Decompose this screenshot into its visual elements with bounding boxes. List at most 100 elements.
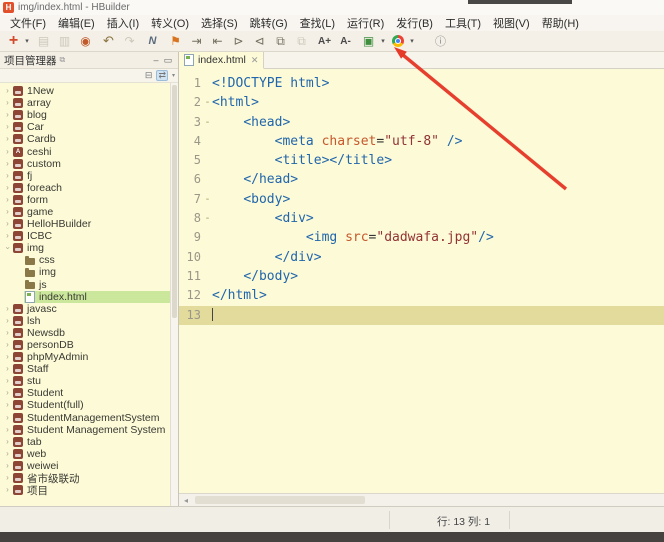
tree-item-content[interactable]: Student Management System: [12, 424, 170, 436]
tree-item[interactable]: ›Student: [0, 387, 178, 399]
chevron-right-icon[interactable]: ›: [3, 426, 12, 434]
tree-item-content[interactable]: HelloHBuilder: [12, 218, 170, 230]
chevron-right-icon[interactable]: ›: [3, 341, 12, 349]
tree-item-selected[interactable]: index.html: [24, 291, 170, 303]
tree-item[interactable]: ›game: [0, 206, 178, 218]
tree-item[interactable]: ›foreach: [0, 182, 178, 194]
tree-item[interactable]: ›Student Management System: [0, 424, 178, 436]
sync-view-button[interactable]: ⧉: [291, 32, 312, 50]
tree-item[interactable]: img: [0, 266, 178, 278]
fold-marker[interactable]: -: [203, 190, 212, 209]
chevron-right-icon[interactable]: ›: [3, 329, 12, 337]
code-line[interactable]: 4 <meta charset="utf-8" />: [179, 132, 664, 151]
menu-item-6[interactable]: 查找(L): [294, 15, 341, 31]
revert-button[interactable]: ◉: [75, 32, 96, 50]
menu-item-7[interactable]: 运行(R): [341, 15, 390, 31]
font-increase-button[interactable]: A+: [314, 32, 335, 50]
tree-item-content[interactable]: 1New: [12, 85, 170, 97]
chevron-right-icon[interactable]: ›: [3, 208, 12, 216]
tree-item[interactable]: ›personDB: [0, 339, 178, 351]
tree-item[interactable]: ›blog: [0, 109, 178, 121]
tree-item-content[interactable]: Student(full): [12, 399, 170, 411]
fold-marker[interactable]: -: [203, 93, 212, 112]
chevron-right-icon[interactable]: ›: [3, 450, 12, 458]
tree-item[interactable]: ›Staff: [0, 363, 178, 375]
tree-item-content[interactable]: javasc: [12, 303, 170, 315]
collapse-all-icon[interactable]: ⊟: [145, 71, 153, 80]
tree-item[interactable]: ›HelloHBuilder: [0, 218, 178, 230]
code-line[interactable]: 8- <div>: [179, 209, 664, 228]
link-with-editor-icon[interactable]: ⇄: [156, 70, 168, 81]
tree-item[interactable]: ›web: [0, 448, 178, 460]
view-in-browser-button[interactable]: ▣: [358, 32, 379, 50]
menu-item-11[interactable]: 帮助(H): [536, 15, 585, 31]
code-line[interactable]: 9 <img src="dadwafa.jpg"/>: [179, 228, 664, 247]
tree-item[interactable]: ›tab: [0, 436, 178, 448]
view-in-browser-dropdown[interactable]: ▾: [379, 32, 387, 50]
menu-item-3[interactable]: 转义(O): [145, 15, 195, 31]
tree-item[interactable]: ›fj: [0, 170, 178, 182]
chevron-right-icon[interactable]: ›: [3, 111, 12, 119]
tree-item[interactable]: ›phpMyAdmin: [0, 351, 178, 363]
hscrollbar-thumb[interactable]: [195, 496, 365, 504]
chevron-right-icon[interactable]: ›: [3, 365, 12, 373]
chevron-down-icon[interactable]: ›: [4, 244, 12, 253]
bookmark-button[interactable]: ⚑: [165, 32, 186, 50]
code-line[interactable]: 1<!DOCTYPE html>: [179, 74, 664, 93]
outdent-button[interactable]: ⇤: [207, 32, 228, 50]
menu-item-10[interactable]: 视图(V): [487, 15, 536, 31]
code-line[interactable]: 13: [179, 306, 664, 325]
about-button[interactable]: ⓘ: [430, 32, 451, 50]
chevron-right-icon[interactable]: ›: [3, 220, 12, 228]
tree-item-content[interactable]: Newsdb: [12, 327, 170, 339]
code-line[interactable]: 5 <title></title>: [179, 151, 664, 170]
save-button[interactable]: ▤: [33, 32, 54, 50]
tree-item[interactable]: ›StudentManagementSystem: [0, 412, 178, 424]
run-to-line-button[interactable]: ⊳: [228, 32, 249, 50]
code-line[interactable]: 2-<html>: [179, 93, 664, 112]
tree-item-content[interactable]: web: [12, 448, 170, 460]
horizontal-scrollbar[interactable]: ◂: [179, 493, 664, 506]
tree-item-content[interactable]: StudentManagementSystem: [12, 412, 170, 424]
tree-item[interactable]: ›javasc: [0, 303, 178, 315]
chevron-right-icon[interactable]: ›: [3, 414, 12, 422]
code-line[interactable]: 10 </div>: [179, 248, 664, 267]
tree-item-content[interactable]: lsh: [12, 315, 170, 327]
tree-item[interactable]: ›Car: [0, 121, 178, 133]
minimize-icon[interactable]: –: [150, 55, 162, 65]
menu-item-1[interactable]: 编辑(E): [52, 15, 101, 31]
chevron-right-icon[interactable]: ›: [3, 305, 12, 313]
tree-item-content[interactable]: ICBC: [12, 230, 170, 242]
tree-item-content[interactable]: 项目: [12, 484, 170, 496]
tree-item-content[interactable]: Student: [12, 387, 170, 399]
tree-item-content[interactable]: tab: [12, 436, 170, 448]
tree-item-content[interactable]: img: [24, 266, 170, 278]
tree-item-content[interactable]: Car: [12, 121, 170, 133]
fold-marker[interactable]: -: [203, 209, 212, 228]
run-back-button[interactable]: ⊲: [249, 32, 270, 50]
chevron-right-icon[interactable]: ›: [3, 353, 12, 361]
tree-item-content[interactable]: game: [12, 206, 170, 218]
chevron-right-icon[interactable]: ›: [3, 438, 12, 446]
code-line[interactable]: 6 </head>: [179, 170, 664, 189]
code-editor[interactable]: 1<!DOCTYPE html>2-<html>3- <head>4 <meta…: [179, 69, 664, 493]
menu-item-9[interactable]: 工具(T): [439, 15, 487, 31]
view-menu-icon[interactable]: ▾: [172, 73, 175, 79]
chevron-right-icon[interactable]: ›: [3, 196, 12, 204]
chevron-right-icon[interactable]: ›: [3, 474, 12, 482]
tree-item[interactable]: ›Newsdb: [0, 327, 178, 339]
tree-item-content[interactable]: custom: [12, 158, 170, 170]
tree-item-content[interactable]: fj: [12, 170, 170, 182]
undo-button[interactable]: ↶: [98, 32, 119, 50]
tree-item[interactable]: ›lsh: [0, 315, 178, 327]
chrome-run-button[interactable]: [387, 32, 408, 50]
tree-item-content[interactable]: Cardb: [12, 133, 170, 145]
chevron-right-icon[interactable]: ›: [3, 123, 12, 131]
tree-item[interactable]: ›array: [0, 97, 178, 109]
tree-item-content[interactable]: array: [12, 97, 170, 109]
chrome-run-dropdown[interactable]: ▾: [408, 32, 416, 50]
menu-item-8[interactable]: 发行(B): [390, 15, 439, 31]
tree-item[interactable]: js: [0, 279, 178, 291]
tree-item[interactable]: ›项目: [0, 484, 178, 496]
redo-button[interactable]: ↷: [119, 32, 140, 50]
